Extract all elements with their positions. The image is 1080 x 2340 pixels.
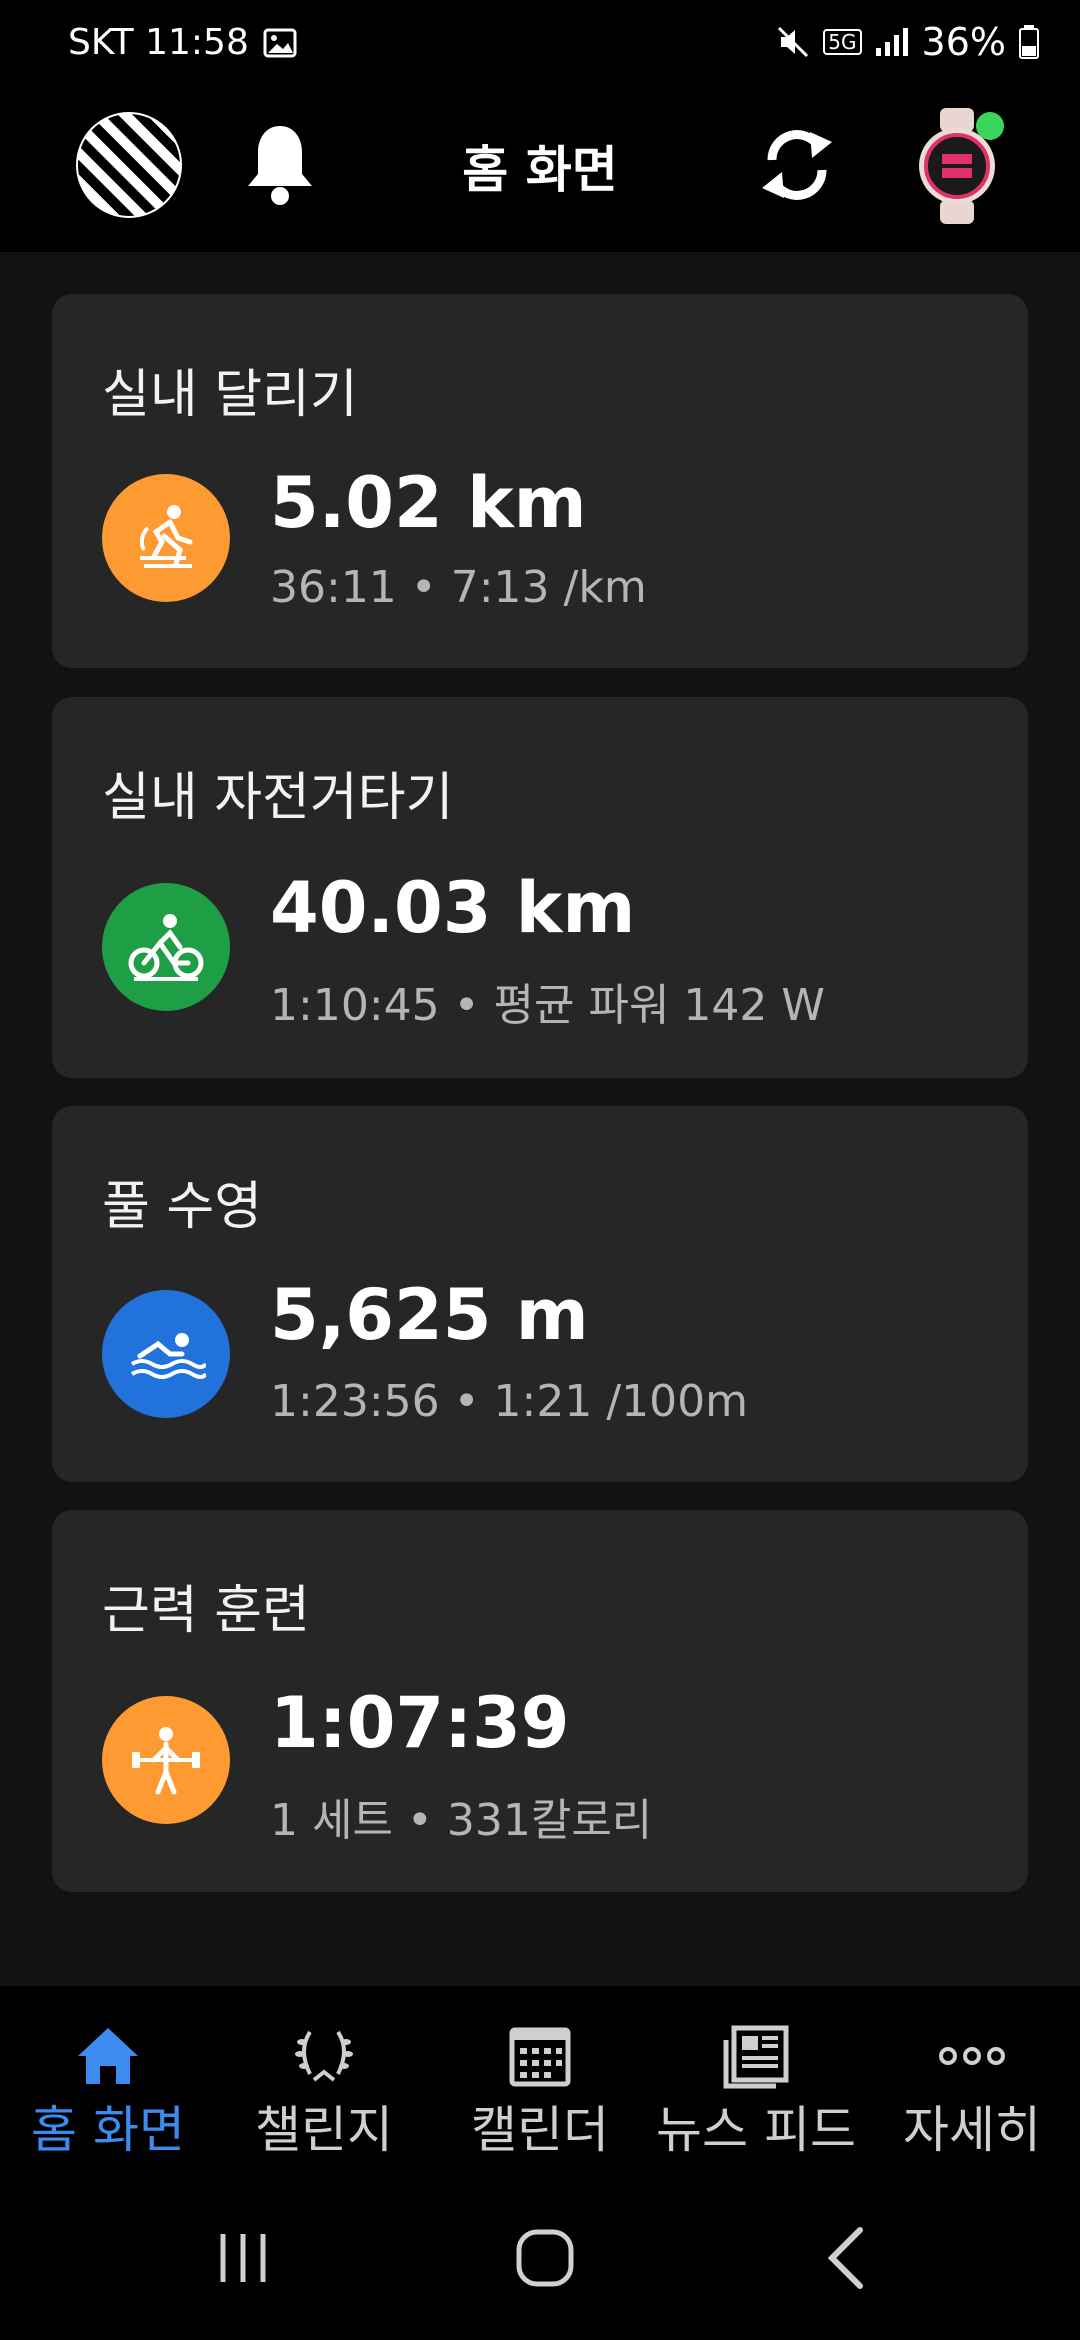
gallery-icon: [263, 28, 297, 57]
pool-swim-icon: [102, 1290, 230, 1418]
nav-label: 홈 화면: [31, 2101, 185, 2159]
status-left: SKT 11:58: [68, 22, 297, 63]
activity-details: 1 세트 • 331칼로리: [270, 1795, 653, 1846]
strength-training-icon: [102, 1696, 230, 1824]
signal-icon: [875, 28, 908, 56]
back-icon[interactable]: [808, 2218, 888, 2298]
status-right: 5G 36%: [775, 20, 1040, 64]
indoor-cycling-icon: [102, 883, 230, 1011]
battery-percent: 36%: [921, 20, 1006, 64]
home-button-icon[interactable]: [505, 2218, 585, 2298]
recent-apps-icon[interactable]: [203, 2218, 283, 2298]
indoor-running-icon: [102, 474, 230, 602]
activity-card-strength-training[interactable]: 근력 훈련 1:07:39 1 세트 • 331칼로리: [52, 1510, 1028, 1892]
activity-details: 36:11 • 7:13 /km: [270, 562, 647, 613]
activity-title: 풀 수영: [102, 1177, 263, 1237]
activity-value: 5,625 m: [270, 1274, 589, 1356]
activity-value: 1:07:39: [270, 1682, 570, 1764]
activity-title: 실내 달리기: [102, 365, 358, 425]
network-5g-icon: 5G: [823, 29, 862, 55]
nav-more[interactable]: 자세히: [864, 1986, 1080, 2166]
activity-card-indoor-running[interactable]: 실내 달리기 5.02 km 36:11 • 7:13 /km: [52, 294, 1028, 668]
nav-label: 뉴스 피드: [656, 2101, 856, 2159]
nav-calendar[interactable]: 캘린더: [432, 1986, 648, 2166]
activity-value: 5.02 km: [270, 462, 587, 544]
activity-card-pool-swim[interactable]: 풀 수영 5,625 m 1:23:56 • 1:21 /100m: [52, 1106, 1028, 1482]
home-icon: [78, 2028, 138, 2084]
nav-label: 챌린지: [255, 2101, 393, 2159]
activity-title: 근력 훈련: [102, 1581, 310, 1641]
calendar-icon: [509, 2027, 571, 2087]
nav-newsfeed[interactable]: 뉴스 피드: [648, 1986, 864, 2166]
mute-icon: [778, 26, 809, 58]
nav-challenges[interactable]: 챌린지: [216, 1986, 432, 2166]
activity-details: 1:23:56 • 1:21 /100m: [270, 1376, 749, 1427]
newsfeed-icon: [723, 2025, 789, 2089]
connection-status-dot: [976, 112, 1004, 140]
more-icon: [939, 2047, 1005, 2065]
status-bar: SKT 11:58 5G 36%: [0, 0, 1080, 90]
laurel-icon: [295, 2030, 353, 2082]
nav-home[interactable]: 홈 화면: [0, 1986, 216, 2166]
activity-value: 40.03 km: [270, 867, 636, 949]
activity-card-indoor-cycling[interactable]: 실내 자전거타기 40.03 km 1:10:45 • 평균 파워 142 W: [52, 697, 1028, 1078]
app-header: 홈 화면: [0, 90, 1080, 252]
nav-label: 자세히: [903, 2101, 1041, 2159]
activity-title: 실내 자전거타기: [102, 768, 454, 828]
battery-icon: [1019, 25, 1039, 59]
sync-icon[interactable]: [752, 120, 842, 210]
carrier-time: SKT 11:58: [68, 22, 249, 63]
activity-details: 1:10:45 • 평균 파워 142 W: [270, 980, 825, 1031]
bottom-nav: 홈 화면 챌린지 캘린더 뉴스 피드 자세히: [0, 1986, 1080, 2166]
system-nav-bar: [0, 2166, 1080, 2340]
nav-label: 캘린더: [471, 2101, 609, 2159]
